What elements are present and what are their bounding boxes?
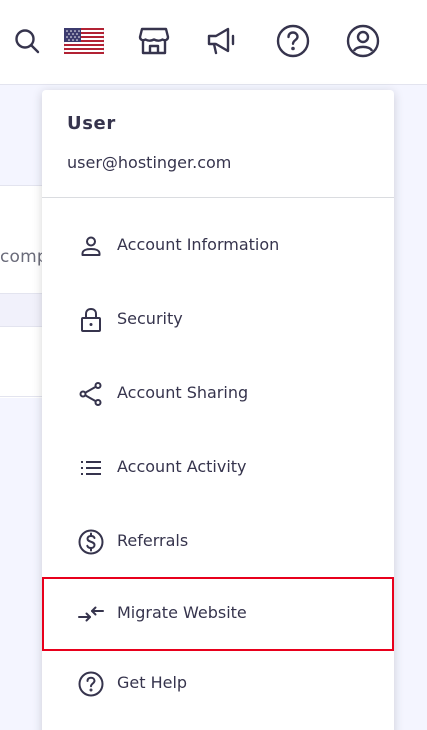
menu-item-label: Get Help bbox=[117, 673, 188, 692]
background-divider bbox=[0, 396, 42, 397]
menu-item-label: Migrate Website bbox=[117, 603, 247, 622]
menu-item-get-help[interactable]: Get Help bbox=[42, 652, 394, 716]
user-email: user@hostinger.com bbox=[67, 153, 232, 172]
menu-item-label: Referrals bbox=[117, 531, 189, 550]
dropdown-divider bbox=[42, 197, 394, 198]
migrate-arrows-icon bbox=[78, 601, 104, 627]
menu-item-account-activity[interactable]: Account Activity bbox=[42, 436, 394, 500]
us-flag-icon[interactable] bbox=[63, 27, 105, 55]
background-partial-text: compl bbox=[0, 247, 42, 267]
store-icon[interactable] bbox=[137, 24, 171, 58]
menu-item-label: Account Information bbox=[117, 235, 280, 254]
search-icon[interactable] bbox=[10, 24, 44, 58]
help-circle-icon bbox=[78, 671, 104, 697]
menu-item-account-sharing[interactable]: Account Sharing bbox=[42, 362, 394, 426]
account-icon[interactable] bbox=[346, 24, 380, 58]
megaphone-icon[interactable] bbox=[206, 24, 240, 58]
menu-item-migrate-website[interactable]: Migrate Website bbox=[42, 582, 394, 646]
dollar-circle-icon bbox=[78, 529, 104, 555]
menu-item-account-information[interactable]: Account Information bbox=[42, 214, 394, 278]
lock-icon bbox=[78, 307, 104, 333]
account-dropdown-menu: User user@hostinger.com Account Informat… bbox=[42, 90, 394, 730]
help-icon[interactable] bbox=[276, 24, 310, 58]
menu-item-label: Account Activity bbox=[117, 457, 247, 476]
list-icon bbox=[78, 455, 104, 481]
person-icon bbox=[78, 233, 104, 259]
top-navigation-bar bbox=[0, 0, 427, 85]
menu-item-label: Security bbox=[117, 309, 183, 328]
menu-item-label: Account Sharing bbox=[117, 383, 249, 402]
menu-item-security[interactable]: Security bbox=[42, 288, 394, 352]
share-icon bbox=[78, 381, 104, 407]
menu-item-referrals[interactable]: Referrals bbox=[42, 510, 394, 574]
user-name: User bbox=[67, 113, 116, 134]
